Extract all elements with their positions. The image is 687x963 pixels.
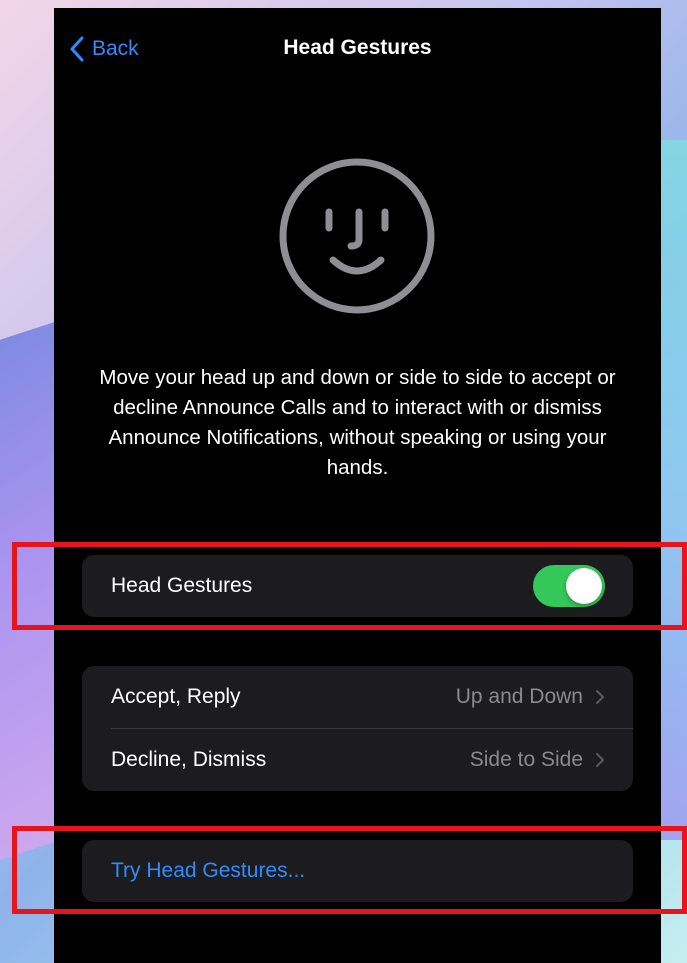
gesture-settings-group: Accept, Reply Up and Down Decline, Dismi… <box>82 666 633 791</box>
chevron-right-icon <box>596 753 604 767</box>
accept-reply-row[interactable]: Accept, Reply Up and Down <box>82 666 633 728</box>
try-head-gestures-link[interactable]: Try Head Gestures... <box>111 859 605 883</box>
toggle-knob <box>566 568 602 604</box>
toggle-group: Head Gestures <box>82 555 633 617</box>
head-gestures-toggle[interactable] <box>533 565 605 607</box>
accept-reply-value: Up and Down <box>455 685 583 708</box>
accept-reply-label: Accept, Reply <box>111 685 241 708</box>
try-group: Try Head Gestures... <box>82 840 633 902</box>
navigation-bar: Back Head Gestures <box>54 8 661 88</box>
page-title: Head Gestures <box>283 36 432 59</box>
head-gestures-row: Head Gestures <box>82 555 633 617</box>
head-gestures-label: Head Gestures <box>111 574 253 597</box>
decline-dismiss-row[interactable]: Decline, Dismiss Side to Side <box>82 729 633 791</box>
decline-dismiss-label: Decline, Dismiss <box>111 748 267 771</box>
phone-screen: Back Head Gestures Move your head up and… <box>54 8 661 963</box>
chevron-right-icon <box>596 690 604 704</box>
try-head-gestures-row[interactable]: Try Head Gestures... <box>82 840 633 902</box>
decline-dismiss-value: Side to Side <box>469 748 583 771</box>
description-text: Move your head up and down or side to si… <box>99 366 616 479</box>
face-icon <box>279 158 435 314</box>
